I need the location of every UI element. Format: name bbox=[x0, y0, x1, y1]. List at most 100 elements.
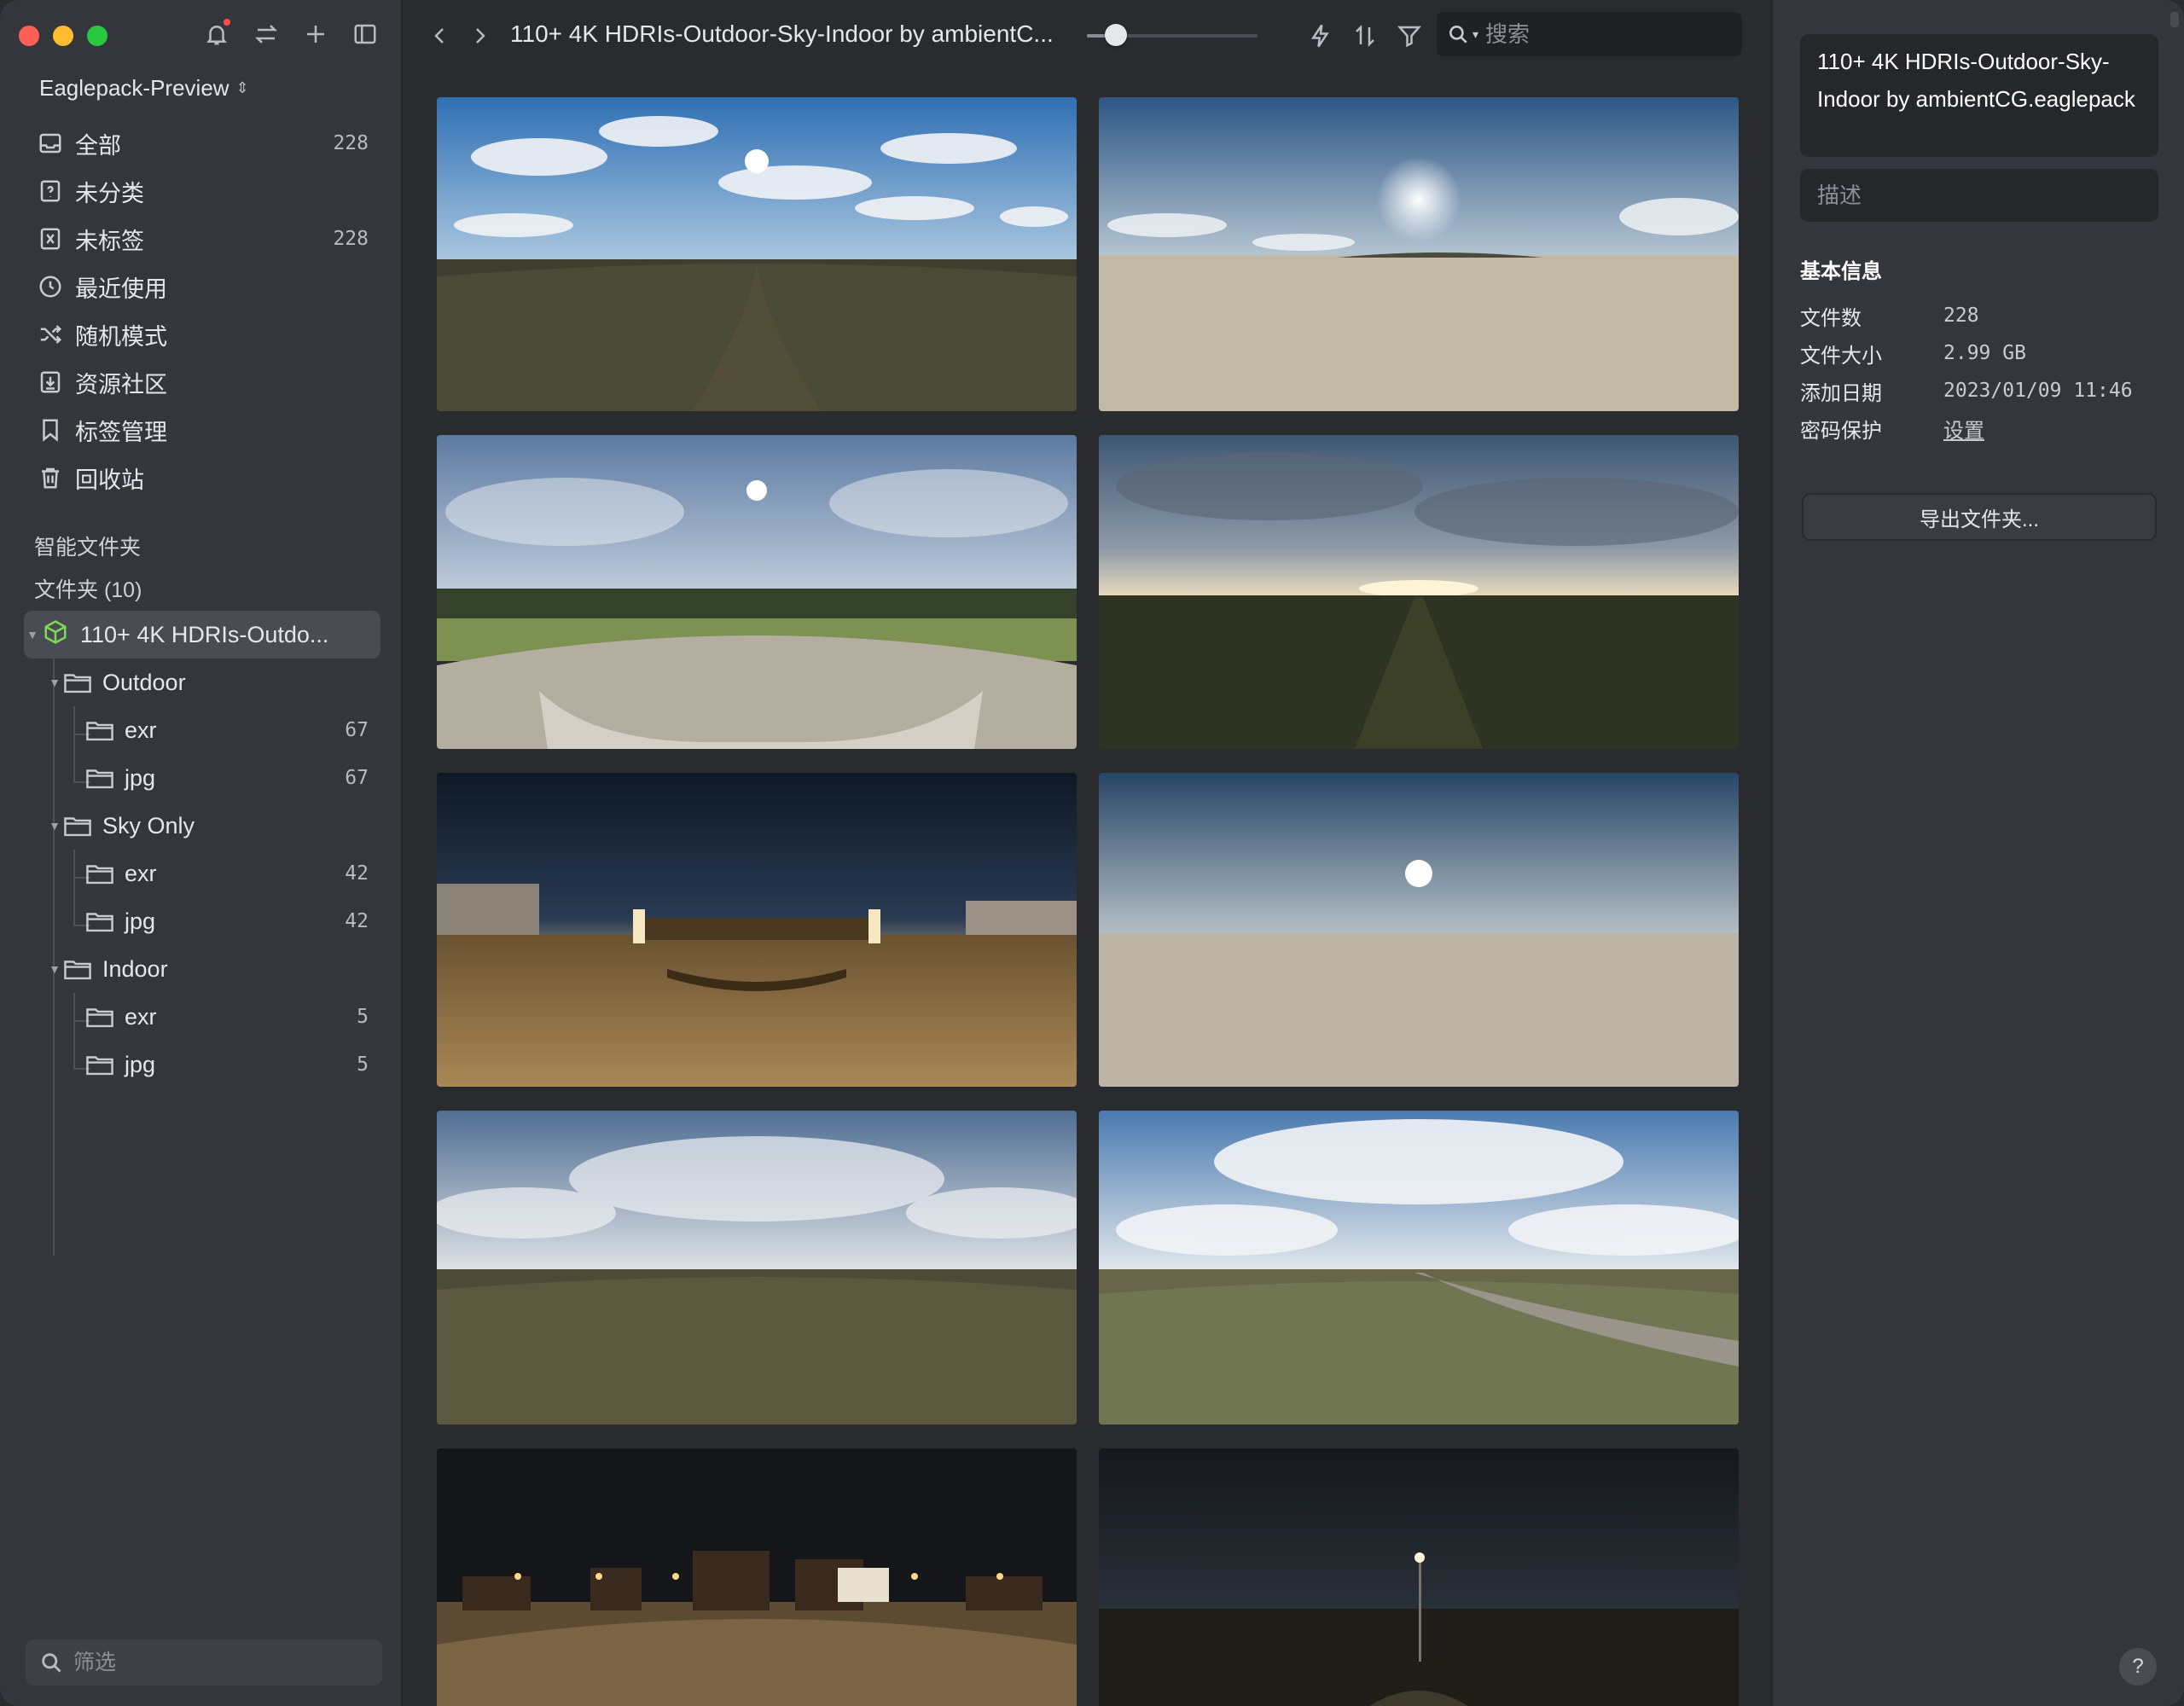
tree-item-count: 67 bbox=[345, 767, 369, 789]
thumbnail-night-lamp[interactable] bbox=[1099, 1448, 1739, 1706]
sidebar-item-untagged[interactable]: 未标签 228 bbox=[26, 215, 380, 263]
quick-action-button[interactable] bbox=[1304, 19, 1338, 53]
tree-item-outdoor-jpg[interactable]: jpg 67 bbox=[24, 754, 380, 802]
caret-down-icon[interactable]: ▼ bbox=[46, 676, 63, 689]
search-icon bbox=[42, 1653, 61, 1673]
uncategorized-icon bbox=[40, 180, 61, 202]
info-row-date-added: 添加日期 2023/01/09 11:46 bbox=[1800, 374, 2158, 408]
zoom-slider-knob[interactable] bbox=[1105, 24, 1127, 46]
tree-item-count: 42 bbox=[345, 910, 369, 932]
library-switcher[interactable]: Eaglepack-Preview ⇕ bbox=[39, 75, 249, 102]
shuffle-icon bbox=[40, 325, 62, 344]
info-key: 密码保护 bbox=[1800, 419, 1882, 443]
scroll-indicator[interactable] bbox=[2170, 12, 2179, 27]
thumbnail-field-cloudy[interactable] bbox=[437, 1111, 1077, 1425]
tree-item-label: jpg bbox=[125, 764, 156, 791]
back-button[interactable] bbox=[425, 20, 456, 51]
notification-dot bbox=[224, 19, 230, 26]
bell-icon[interactable] bbox=[201, 19, 232, 49]
chevron-left-icon bbox=[434, 28, 444, 44]
chevron-down-icon[interactable]: ▾ bbox=[1472, 27, 1478, 42]
sidebar-item-label: 全部 bbox=[75, 132, 121, 159]
tree-item-label: exr bbox=[125, 1003, 157, 1030]
description-box[interactable] bbox=[1800, 169, 2158, 222]
sidebar-item-tags[interactable]: 标签管理 bbox=[26, 406, 380, 454]
tree-item-label: 110+ 4K HDRIs-Outdo... bbox=[80, 621, 329, 647]
sort-button[interactable] bbox=[1348, 19, 1382, 53]
zoom-button[interactable] bbox=[87, 26, 107, 46]
description-input[interactable] bbox=[1817, 182, 2141, 209]
tree-item-outdoor-exr[interactable]: exr 67 bbox=[24, 706, 380, 754]
caret-down-icon[interactable]: ▼ bbox=[46, 962, 63, 976]
sidebar: Eaglepack-Preview ⇕ 全部 228 未分类 未标签 228 最… bbox=[0, 0, 403, 1706]
tree-item-sky-only[interactable]: ▼ Sky Only bbox=[24, 802, 380, 850]
tree-item-label: exr bbox=[125, 860, 157, 886]
thumbnail-field-sunset[interactable] bbox=[1099, 435, 1739, 749]
folder-icon bbox=[86, 1008, 113, 1028]
thumbnail-night-street[interactable] bbox=[437, 1448, 1077, 1706]
folder-icon bbox=[64, 674, 91, 693]
smart-folders-label[interactable]: 智能文件夹 bbox=[34, 531, 141, 561]
filter-box[interactable] bbox=[26, 1639, 382, 1686]
info-value: 228 bbox=[1943, 305, 1979, 327]
tree-item-label: jpg bbox=[125, 908, 156, 934]
all-icon bbox=[39, 133, 61, 154]
sidebar-item-label: 随机模式 bbox=[75, 323, 167, 350]
tree-item-indoor[interactable]: ▼ Indoor bbox=[24, 945, 380, 993]
sidebar-item-recent[interactable]: 最近使用 bbox=[26, 263, 380, 310]
close-button[interactable] bbox=[19, 26, 39, 46]
inspector-panel: 110+ 4K HDRIs-Outdoor-Sky-Indoor by ambi… bbox=[1771, 0, 2184, 1706]
export-folder-button[interactable]: 导出文件夹... bbox=[1802, 493, 2157, 541]
tree-item-indoor-exr[interactable]: exr 5 bbox=[24, 993, 380, 1041]
sidebar-item-label: 回收站 bbox=[75, 467, 144, 493]
thumbnail-field-path-clouds[interactable] bbox=[1099, 1111, 1739, 1425]
sidebar-item-uncategorized[interactable]: 未分类 bbox=[26, 167, 380, 215]
info-row-password: 密码保护 设置 bbox=[1800, 411, 2158, 445]
tree-item-root[interactable]: ▼ 110+ 4K HDRIs-Outdo... bbox=[24, 611, 380, 659]
tree-item-indoor-jpg[interactable]: jpg 5 bbox=[24, 1041, 380, 1088]
sidebar-item-label: 未分类 bbox=[75, 180, 144, 206]
info-key: 文件大小 bbox=[1800, 344, 1882, 368]
sidebar-item-label: 未标签 bbox=[75, 228, 144, 254]
panel-icon[interactable] bbox=[350, 19, 380, 49]
folder-icon bbox=[64, 960, 91, 980]
info-row-file-count: 文件数 228 bbox=[1800, 299, 2158, 333]
sidebar-item-label: 资源社区 bbox=[75, 371, 167, 397]
folder-tree: ▼ 110+ 4K HDRIs-Outdo... ▼ Outdoor exr 6… bbox=[24, 611, 380, 1256]
info-key: 文件数 bbox=[1800, 306, 1862, 330]
thumbnail-sandy-beach-sun[interactable] bbox=[1099, 97, 1739, 411]
basic-info-heading: 基本信息 bbox=[1800, 260, 1882, 283]
help-button[interactable]: ? bbox=[2119, 1648, 2157, 1686]
folder-title: 110+ 4K HDRIs-Outdoor-Sky-Indoor by ambi… bbox=[510, 20, 1054, 47]
sidebar-item-random[interactable]: 随机模式 bbox=[26, 310, 380, 358]
caret-down-icon[interactable]: ▼ bbox=[24, 628, 41, 641]
tree-item-label: Indoor bbox=[102, 955, 168, 982]
folder-icon bbox=[86, 1056, 113, 1076]
caret-down-icon[interactable]: ▼ bbox=[46, 819, 63, 833]
thumbnail-night-promenade[interactable] bbox=[437, 773, 1077, 1087]
thumbnail-beach-haze[interactable] bbox=[1099, 773, 1739, 1087]
tree-item-outdoor[interactable]: ▼ Outdoor bbox=[24, 659, 380, 706]
search-box[interactable]: ▾ bbox=[1437, 12, 1742, 56]
file-name-field[interactable]: 110+ 4K HDRIs-Outdoor-Sky-Indoor by ambi… bbox=[1800, 34, 2158, 157]
minimize-button[interactable] bbox=[53, 26, 73, 46]
search-input[interactable] bbox=[1485, 20, 1716, 48]
tree-item-sky-jpg[interactable]: jpg 42 bbox=[24, 897, 380, 945]
swap-icon[interactable] bbox=[251, 19, 282, 49]
thumbnail-cloudy-field[interactable] bbox=[437, 97, 1077, 411]
plus-icon[interactable] bbox=[300, 19, 331, 49]
folders-label[interactable]: 文件夹 (10) bbox=[34, 573, 142, 604]
folder-icon bbox=[86, 865, 113, 885]
filter-input[interactable] bbox=[73, 1650, 363, 1675]
zoom-slider[interactable] bbox=[1087, 24, 1258, 46]
sort-icon bbox=[1356, 24, 1374, 48]
password-settings-link[interactable]: 设置 bbox=[1943, 414, 1984, 444]
info-row-file-size: 文件大小 2.99 GB bbox=[1800, 336, 2158, 370]
sidebar-item-all[interactable]: 全部 228 bbox=[26, 119, 380, 167]
sidebar-item-trash[interactable]: 回收站 bbox=[26, 454, 380, 502]
sidebar-item-community[interactable]: 资源社区 bbox=[26, 358, 380, 406]
thumbnail-plaza-overcast[interactable] bbox=[437, 435, 1077, 749]
tree-item-sky-exr[interactable]: exr 42 bbox=[24, 850, 380, 897]
filter-button[interactable] bbox=[1392, 19, 1426, 53]
forward-button[interactable] bbox=[464, 20, 495, 51]
